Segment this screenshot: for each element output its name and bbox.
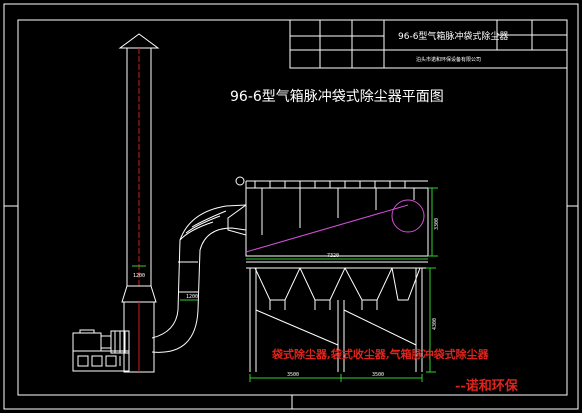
collector-box [227,176,429,257]
body-length-label: 7320 [327,253,339,259]
inlet-duct [151,204,247,353]
lower-height-label: 4300 [432,318,438,330]
cad-drawing-canvas: 96-6型气箱脉冲袋式除尘器 泊头市诺和环保设备有限公司 96-6型气箱脉冲袋式… [0,0,582,413]
upper-height-label: 3300 [434,218,440,230]
upper-height-dimension: 3300 [428,187,440,257]
cad-drawing-svg: 96-6型气箱脉冲袋式除尘器 泊头市诺和环保设备有限公司 96-6型气箱脉冲袋式… [3,3,579,410]
bottom-left-dim: 3500 [287,372,299,378]
inner-frame [17,19,568,396]
stack-dim-label: 1200 [133,273,145,279]
bottom-dimensions: 3500 3500 [249,372,423,382]
bottom-right-dim: 3500 [372,372,384,378]
fan-motor-assembly [72,329,130,372]
drawing-title: 96-6型气箱脉冲袋式除尘器平面图 [230,89,444,105]
duct-dim-label: 1200 [186,294,198,300]
airflow-diagonal [245,199,425,253]
title-block-product: 96-6型气箱脉冲袋式除尘器 [398,30,508,42]
chimney-stack [118,33,160,373]
title-block-company: 泊头市诺和环保设备有限公司 [416,56,481,63]
watermark-brand: --诺和环保 [455,378,519,394]
title-block: 96-6型气箱脉冲袋式除尘器 泊头市诺和环保设备有限公司 [289,19,568,69]
watermark-keywords: 袋式除尘器,袋式收尘器,气箱脉冲袋式除尘器 [271,347,490,361]
